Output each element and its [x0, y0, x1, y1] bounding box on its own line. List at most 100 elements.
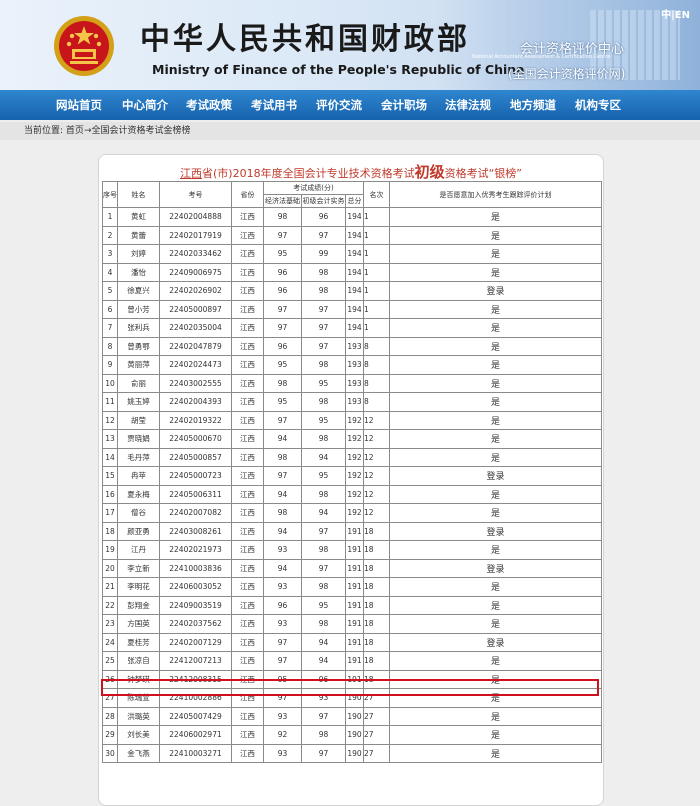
cell-province: 江西	[231, 466, 264, 486]
cell-seq: 18	[102, 521, 118, 541]
cell-plan: 是	[389, 225, 602, 245]
cell-id: 22402021973	[159, 540, 232, 560]
cell-econ: 92	[263, 725, 302, 745]
cell-econ: 97	[263, 651, 302, 671]
cell-practice: 98	[301, 725, 346, 745]
cell-total: 191	[345, 577, 364, 597]
cell-name: 贾晓娟	[117, 429, 160, 449]
cell-total: 191	[345, 651, 364, 671]
cell-econ: 93	[263, 577, 302, 597]
cell-name: 夏永梅	[117, 484, 160, 504]
cell-econ: 93	[263, 614, 302, 634]
nav-exchange[interactable]: 评价交流	[316, 90, 362, 120]
cell-econ: 97	[263, 410, 302, 430]
nav-about[interactable]: 中心简介	[122, 90, 168, 120]
cell-name: 刘婷	[117, 244, 160, 264]
table-row: 26 钟梦琪 22412008315 江西 95 96 191 18 是	[102, 669, 602, 689]
cell-total: 193	[345, 373, 364, 393]
table-row: 11 姚玉婷 22402004393 江西 95 98 193 8 是	[102, 392, 602, 412]
table-row: 6 曾小芳 22405000897 江西 97 97 194 1 是	[102, 299, 602, 319]
cell-practice: 95	[301, 595, 346, 615]
cell-id: 22403002555	[159, 373, 232, 393]
table-row: 17 僧谷 22402007082 江西 98 94 192 12 是	[102, 503, 602, 523]
nav-home[interactable]: 网站首页	[56, 90, 102, 120]
cell-total: 191	[345, 558, 364, 578]
col-header-scores: 考试成绩(分)	[263, 181, 364, 195]
cell-total: 193	[345, 355, 364, 375]
cell-econ: 95	[263, 355, 302, 375]
cell-rank: 12	[363, 484, 390, 504]
cell-seq: 24	[102, 632, 118, 652]
nav-career[interactable]: 会计职场	[381, 90, 427, 120]
cell-econ: 95	[263, 392, 302, 412]
cell-id: 22405000670	[159, 429, 232, 449]
cell-name: 彭翔金	[117, 595, 160, 615]
cell-id: 22402007082	[159, 503, 232, 523]
cell-plan: 是	[389, 725, 602, 745]
breadcrumb-home-link[interactable]: 首页	[66, 126, 84, 136]
cell-total: 193	[345, 336, 364, 356]
cell-practice: 97	[301, 743, 346, 763]
cell-province: 江西	[231, 614, 264, 634]
cell-seq: 6	[102, 299, 118, 319]
cell-seq: 22	[102, 595, 118, 615]
cell-total: 194	[345, 262, 364, 282]
cell-id: 22402007129	[159, 632, 232, 652]
cell-practice: 98	[301, 614, 346, 634]
cell-rank: 1	[363, 207, 390, 227]
cell-name: 毛丹萍	[117, 447, 160, 467]
cell-econ: 97	[263, 632, 302, 652]
cell-name: 颜亚勇	[117, 521, 160, 541]
nav-institution[interactable]: 机构专区	[575, 90, 621, 120]
cell-province: 江西	[231, 262, 264, 282]
cell-total: 191	[345, 632, 364, 652]
cell-practice: 98	[301, 281, 346, 301]
main-nav: 网站首页 中心简介 考试政策 考试用书 评价交流 会计职场 法律法规 地方频道 …	[0, 90, 700, 120]
cell-practice: 97	[301, 336, 346, 356]
cell-total: 194	[345, 207, 364, 227]
cell-seq: 20	[102, 558, 118, 578]
cell-seq: 12	[102, 410, 118, 430]
cell-plan: 是	[389, 262, 602, 282]
cell-rank: 12	[363, 503, 390, 523]
cell-id: 22410003836	[159, 558, 232, 578]
cell-seq: 25	[102, 651, 118, 671]
cell-total: 193	[345, 392, 364, 412]
cell-name: 胡莹	[117, 410, 160, 430]
cell-practice: 94	[301, 503, 346, 523]
nav-exam-books[interactable]: 考试用书	[251, 90, 297, 120]
cell-total: 192	[345, 410, 364, 430]
cell-practice: 98	[301, 577, 346, 597]
cell-name: 僧谷	[117, 503, 160, 523]
cell-practice: 97	[301, 521, 346, 541]
cell-seq: 29	[102, 725, 118, 745]
cell-id: 22402004393	[159, 392, 232, 412]
lang-en-link[interactable]: EN	[675, 10, 690, 21]
cell-rank: 27	[363, 688, 390, 708]
cell-province: 江西	[231, 281, 264, 301]
cell-id: 22406002971	[159, 725, 232, 745]
nav-law[interactable]: 法律法规	[445, 90, 491, 120]
cell-id: 22405007429	[159, 706, 232, 726]
national-emblem-logo[interactable]	[52, 14, 116, 78]
lang-cn-link[interactable]: 中	[661, 10, 671, 21]
cell-total: 191	[345, 595, 364, 615]
cell-province: 江西	[231, 299, 264, 319]
cell-seq: 17	[102, 503, 118, 523]
cell-practice: 99	[301, 244, 346, 264]
cell-province: 江西	[231, 725, 264, 745]
table-row: 3 刘婷 22402033462 江西 95 99 194 1 是	[102, 244, 602, 264]
nav-exam-policy[interactable]: 考试政策	[186, 90, 232, 120]
cell-practice: 97	[301, 318, 346, 338]
nav-local[interactable]: 地方频道	[510, 90, 556, 120]
cell-total: 190	[345, 688, 364, 708]
cell-practice: 98	[301, 355, 346, 375]
cell-econ: 98	[263, 447, 302, 467]
cell-total: 192	[345, 503, 364, 523]
results-panel: 江西省(市)2018年度全国会计专业技术资格考试初级资格考试“银榜” 序号 姓名…	[98, 154, 604, 806]
cell-name: 李立新	[117, 558, 160, 578]
cell-rank: 12	[363, 429, 390, 449]
cell-province: 江西	[231, 336, 264, 356]
col-header-plan: 是否愿意加入优秀考生跟踪评价计划	[389, 181, 602, 208]
cell-econ: 97	[263, 466, 302, 486]
